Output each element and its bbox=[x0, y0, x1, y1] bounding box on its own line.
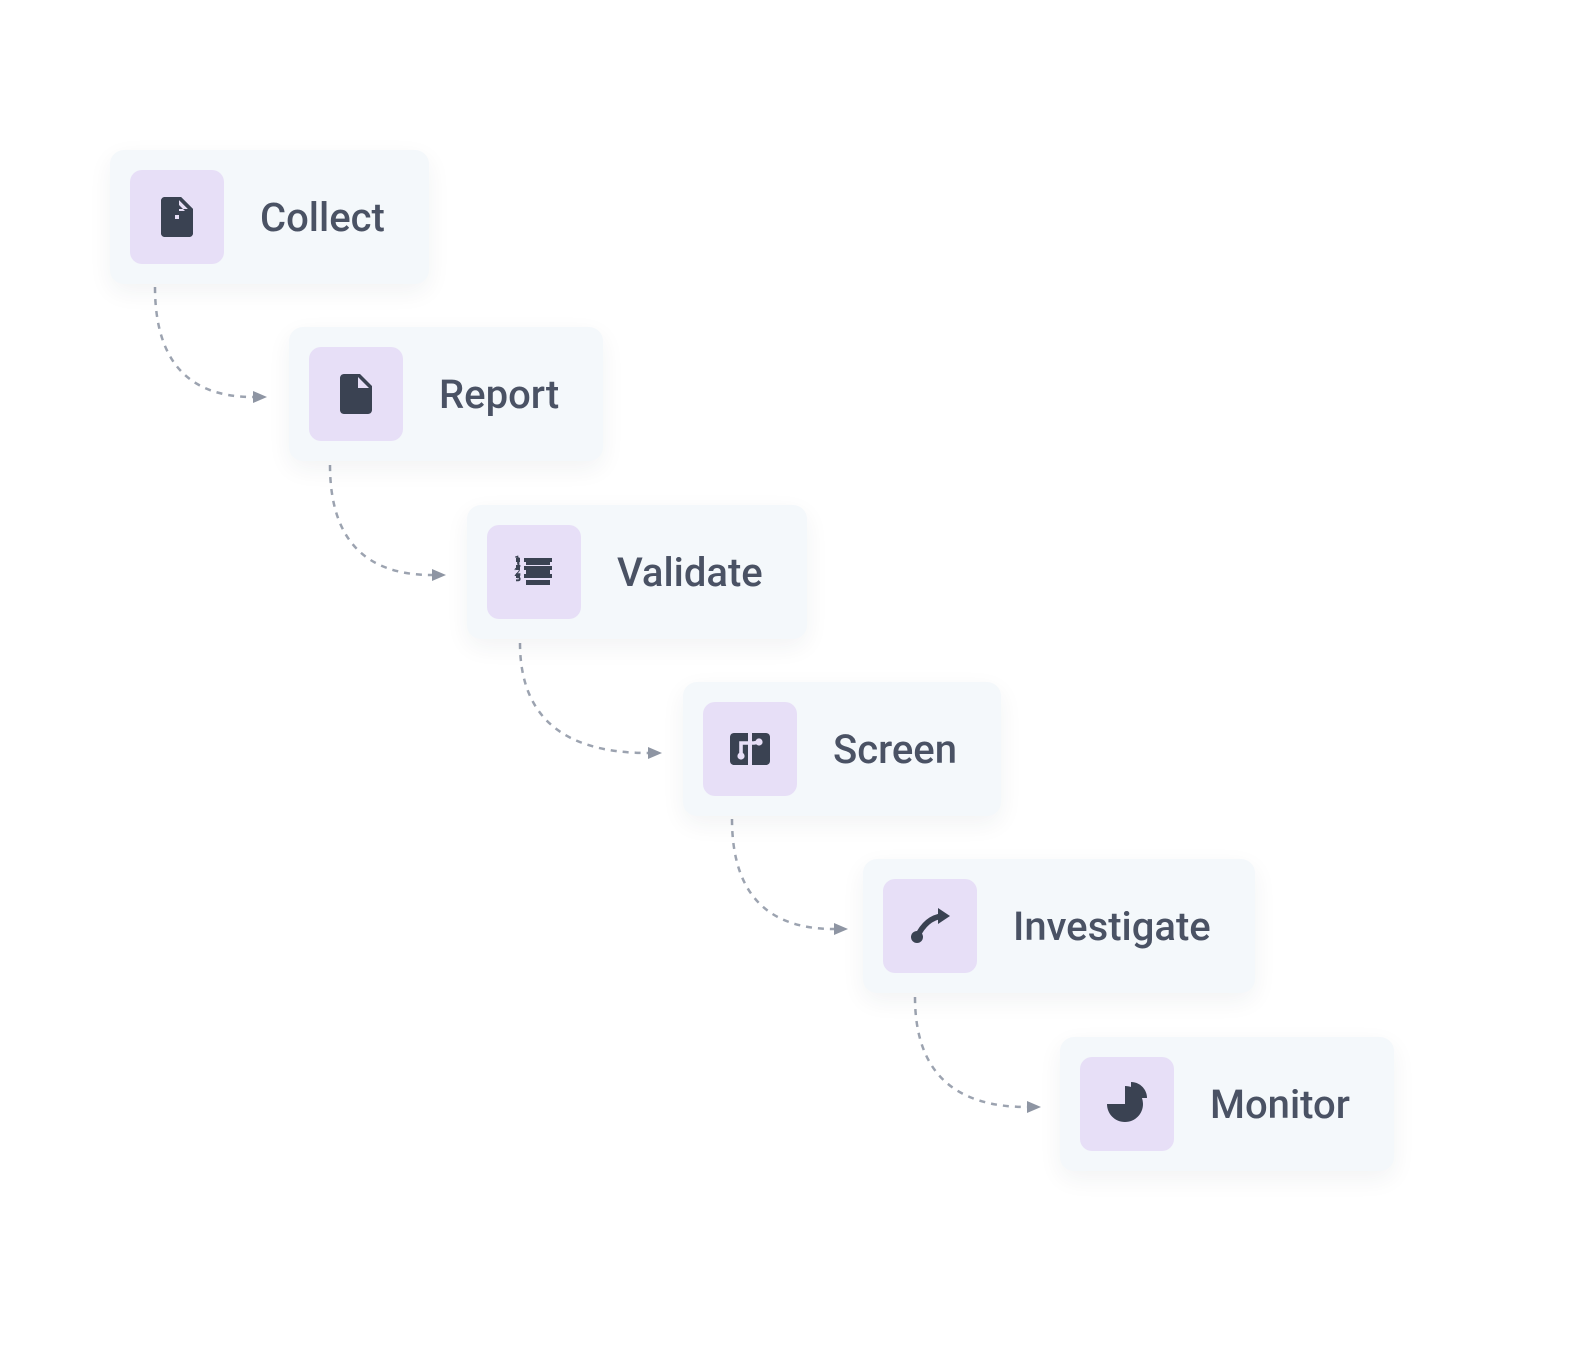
step-label: Report bbox=[439, 371, 559, 418]
step-investigate: Investigate bbox=[863, 859, 1255, 993]
step-label: Screen bbox=[833, 726, 957, 773]
connector-3 bbox=[500, 638, 673, 778]
arrow-path-icon bbox=[883, 879, 977, 973]
step-report: Report bbox=[289, 327, 603, 461]
step-collect: Collect bbox=[110, 150, 429, 284]
step-screen: Screen bbox=[683, 682, 1001, 816]
connector-2 bbox=[310, 460, 455, 600]
file-icon bbox=[309, 347, 403, 441]
step-label: Investigate bbox=[1013, 903, 1211, 950]
step-monitor: Monitor bbox=[1060, 1037, 1394, 1171]
step-validate: 12 Validate bbox=[467, 505, 807, 639]
connector-4 bbox=[712, 814, 857, 954]
step-label: Collect bbox=[260, 194, 385, 241]
connector-5 bbox=[895, 992, 1050, 1132]
step-label: Monitor bbox=[1210, 1081, 1350, 1128]
step-label: Validate bbox=[617, 549, 763, 596]
list-ordered-icon: 12 bbox=[487, 525, 581, 619]
connector-1 bbox=[135, 282, 275, 422]
pie-chart-icon bbox=[1080, 1057, 1174, 1151]
file-upload-icon bbox=[130, 170, 224, 264]
circuit-icon bbox=[703, 702, 797, 796]
workflow-diagram: Collect Report 12 Validate Screen Invest… bbox=[0, 0, 1569, 1365]
